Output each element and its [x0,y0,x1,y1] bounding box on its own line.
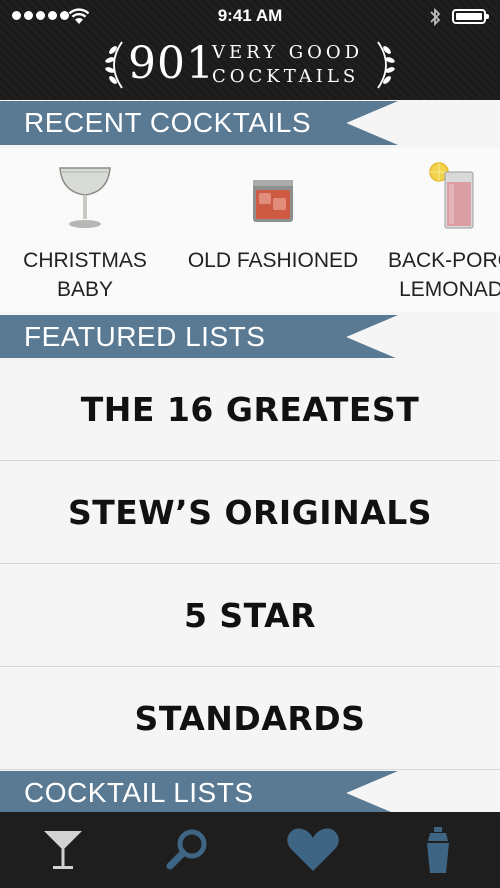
featured-list-item[interactable]: STEW’S ORIGINALS [0,461,500,564]
featured-lists: THE 16 GREATEST STEW’S ORIGINALS 5 STAR … [0,358,500,770]
app-header: 9:41 AM 901 VERY GOOD COCKTAILS [0,0,500,100]
section-header-cocktail-lists: COCKTAIL LISTS [0,771,398,815]
logo-number: 901 [128,38,215,89]
logo-line-1: VERY GOOD [212,42,364,63]
battery-icon [452,9,489,24]
heart-icon [286,828,339,871]
laurel-right-icon [377,41,395,89]
cocktail-name: OLD FASHIONED [187,249,359,272]
section-title: RECENT COCKTAILS [24,107,312,138]
tab-bar-shaker[interactable] [375,812,500,888]
app-logo: 901 VERY GOOD COCKTAILS [0,34,500,96]
recent-cocktail-item[interactable]: BACK-PORCH LEMONADE [363,158,500,304]
shaker-icon [426,827,449,873]
cocktail-name: BACK-PORCH LEMONADE [387,249,500,301]
status-bar: 9:41 AM [0,0,500,34]
recent-cocktail-item[interactable]: CHRISTMAS BABY [0,162,180,304]
laurel-left-icon [105,41,123,89]
featured-list-item[interactable]: 5 STAR [0,564,500,667]
recent-cocktails-carousel[interactable]: CHRISTMAS BABY OLD FASHIONED BACK-PORCH … [0,148,500,312]
section-title: COCKTAIL LISTS [24,777,254,808]
featured-list-item[interactable]: THE 16 GREATEST [0,358,500,461]
section-header-recent: RECENT COCKTAILS [0,101,398,145]
coupe-glass-icon [59,167,111,228]
bluetooth-icon [430,7,441,27]
tab-favorites[interactable] [250,812,375,888]
search-icon [166,829,206,870]
recent-cocktail-item[interactable]: OLD FASHIONED [178,162,368,275]
tab-bar [0,812,500,888]
status-time: 9:41 AM [217,6,283,25]
logo-line-2: COCKTAILS [212,66,360,87]
martini-glass-icon [43,831,82,869]
featured-list-item[interactable]: STANDARDS [0,667,500,770]
cocktail-name: CHRISTMAS BABY [23,249,147,301]
highball-glass-icon [429,162,474,229]
rocks-glass-icon [253,180,293,222]
section-title: FEATURED LISTS [24,321,266,352]
tab-search[interactable] [125,812,250,888]
tab-cocktails[interactable] [0,812,125,888]
section-header-featured: FEATURED LISTS [0,315,398,359]
